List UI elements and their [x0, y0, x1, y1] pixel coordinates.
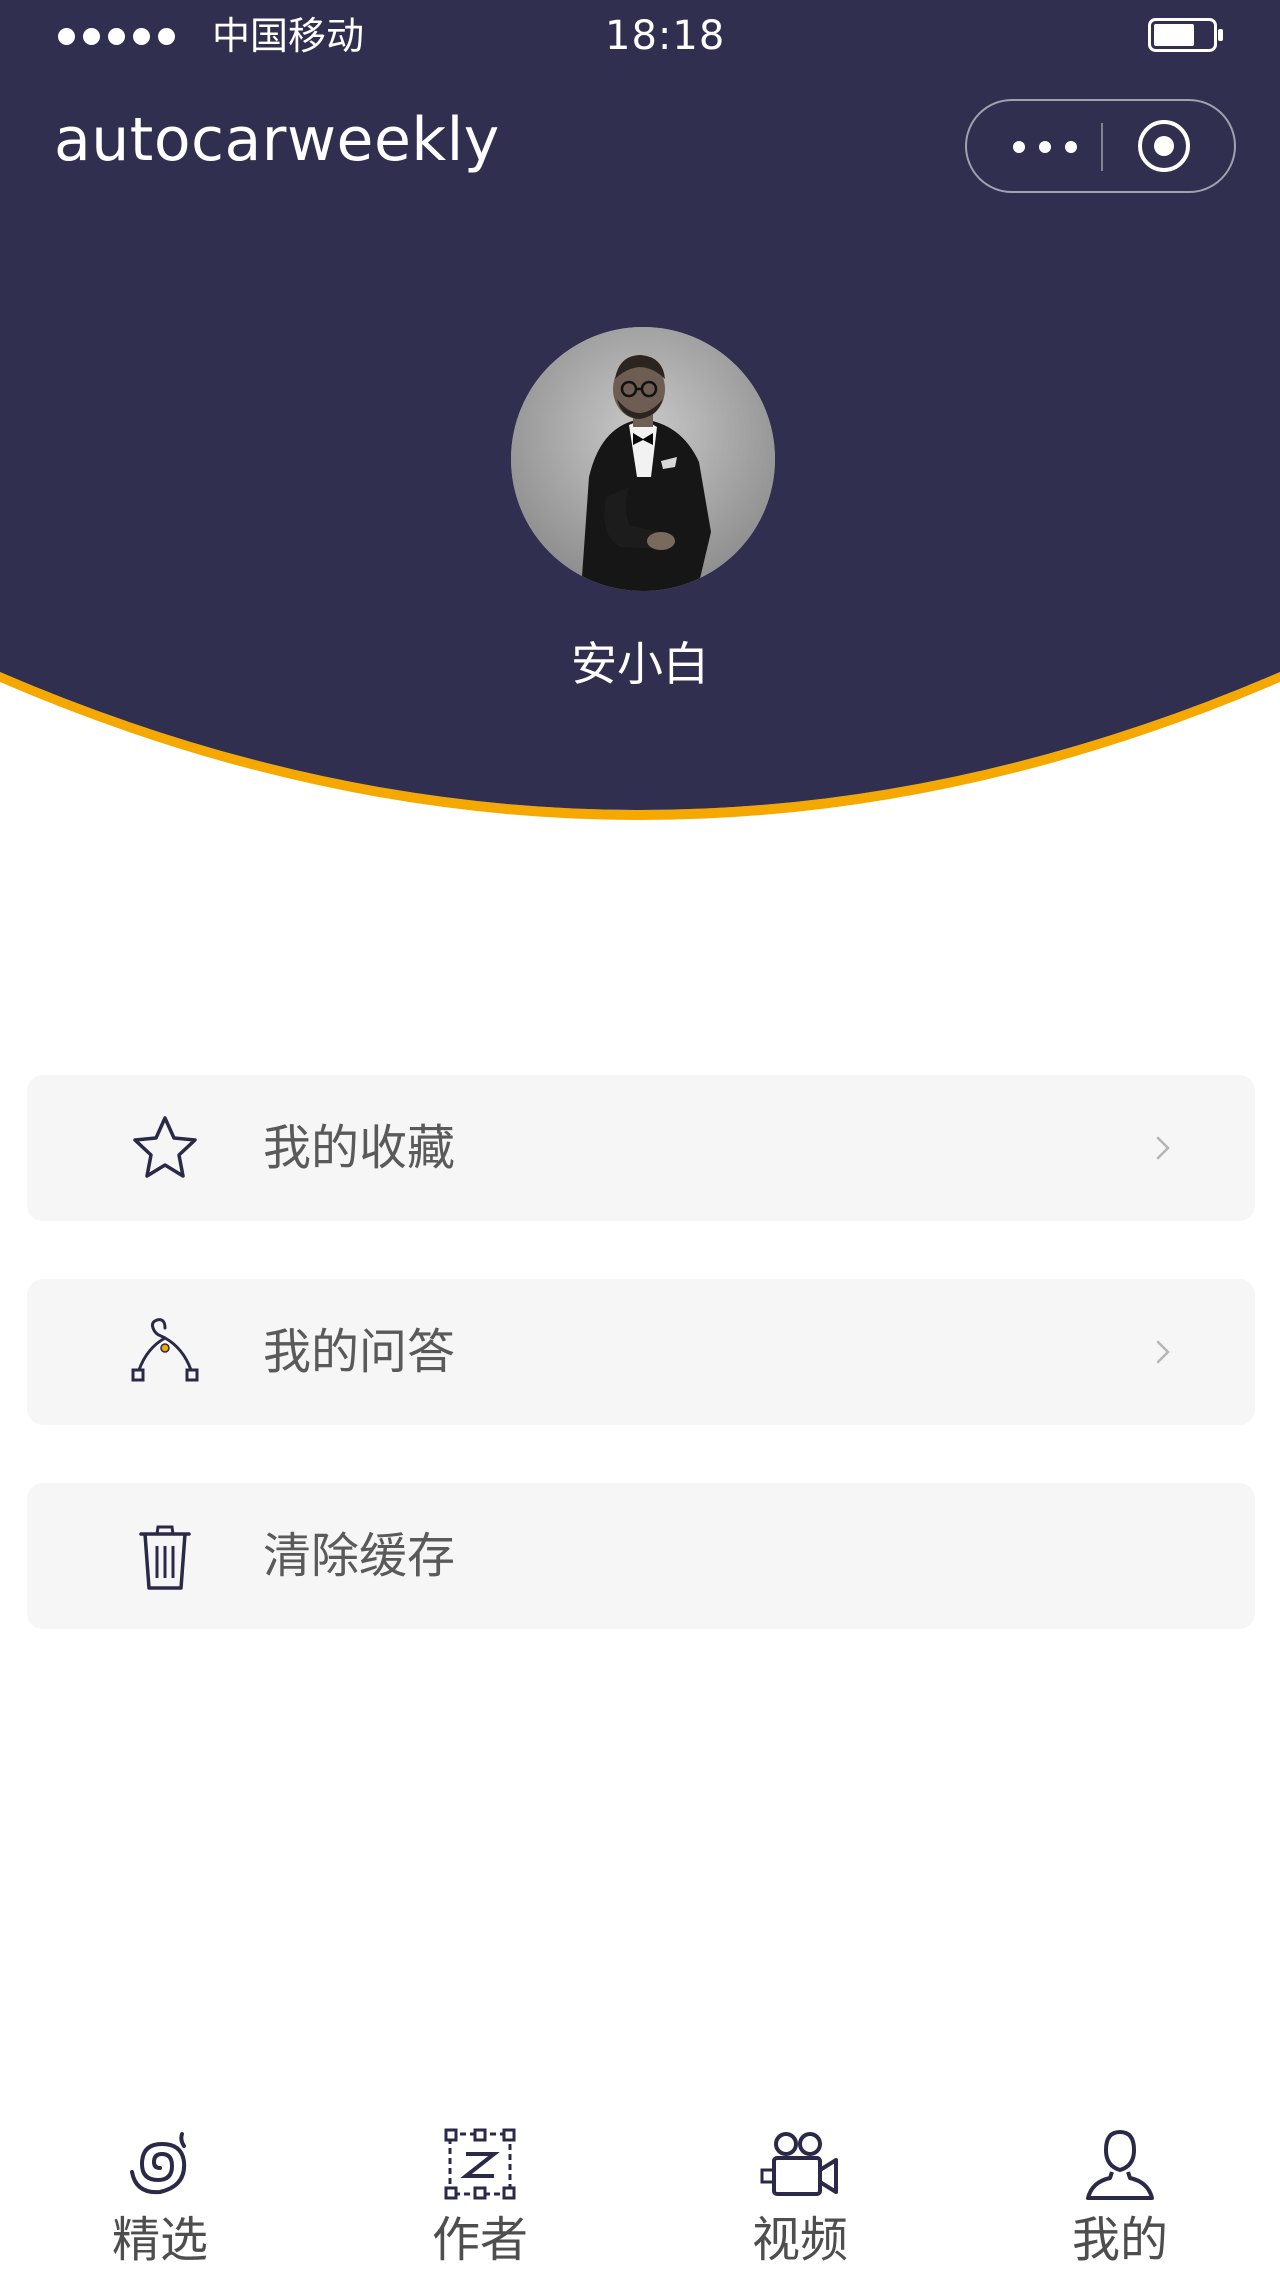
menu-item-label: 我的收藏: [263, 1120, 456, 1176]
tab-authors[interactable]: 作者: [320, 2090, 640, 2277]
spiral-icon: [130, 2132, 187, 2195]
app-title: autocarweekly: [54, 105, 500, 175]
mini-program-capsule: [965, 99, 1236, 193]
tab-mine[interactable]: 我的: [960, 2090, 1280, 2277]
tab-label: 视频: [751, 2212, 848, 2268]
trash-icon: [139, 1525, 191, 1590]
profile-name: 安小白: [571, 637, 709, 691]
avatar-photo: [511, 327, 775, 591]
menu-item-favorites[interactable]: 我的收藏: [27, 1075, 1255, 1221]
chevron-right-icon: [1156, 1340, 1170, 1364]
tab-label: 精选: [111, 2212, 208, 2268]
star-icon: [133, 1116, 197, 1178]
carrier-name: 中国移动: [212, 14, 365, 58]
status-time: 18:18: [605, 13, 726, 59]
frame-nodes-icon: [444, 2128, 516, 2200]
tab-featured[interactable]: 精选: [0, 2090, 320, 2277]
menu-item-clear-cache[interactable]: 清除缓存: [27, 1483, 1255, 1629]
menu-item-label: 我的问答: [263, 1324, 456, 1380]
chevron-right-icon: [1156, 1136, 1170, 1160]
tab-label: 作者: [431, 2212, 528, 2268]
battery-icon: [1148, 18, 1223, 52]
menu-item-qa[interactable]: 我的问答: [27, 1279, 1255, 1425]
status-bar: 中国移动 18:18: [0, 0, 1280, 74]
hanger-qa-icon: [131, 1318, 199, 1382]
menu-item-label: 清除缓存: [263, 1528, 456, 1584]
tab-bar: 精选 作者 视频 我的: [0, 2090, 1280, 2277]
target-circle-icon[interactable]: [1135, 117, 1193, 175]
more-dots-icon[interactable]: [1005, 129, 1085, 165]
user-icon: [1086, 2129, 1154, 2200]
tab-label: 我的: [1071, 2212, 1168, 2268]
avatar[interactable]: [511, 327, 775, 591]
video-camera-icon: [760, 2132, 838, 2196]
tab-videos[interactable]: 视频: [640, 2090, 960, 2277]
capsule-divider: [1101, 123, 1103, 171]
signal-dots-icon: [58, 28, 175, 45]
